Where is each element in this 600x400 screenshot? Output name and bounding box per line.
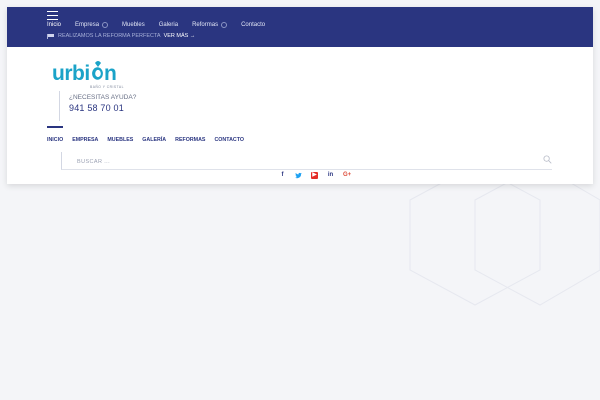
- svg-text:urbi: urbi: [52, 62, 90, 85]
- submenu-indicator-icon: [102, 22, 109, 28]
- top-nav-galeria[interactable]: Galeria: [159, 22, 178, 28]
- top-navigation: Inicio Empresa Muebles Galeria Reformas …: [47, 22, 279, 28]
- top-nav-inicio[interactable]: Inicio: [47, 22, 61, 28]
- svg-text:n: n: [104, 62, 117, 85]
- help-contact: ¿NECESITAS AYUDA? 941 58 70 01: [59, 91, 136, 121]
- top-nav-empresa[interactable]: Empresa: [75, 22, 109, 28]
- menu-icon[interactable]: [47, 11, 58, 21]
- site-logo[interactable]: urbi n BAÑO Y CRISTAL: [52, 61, 142, 91]
- google-plus-icon[interactable]: G+: [343, 172, 351, 179]
- main-navigation: INICIO EMPRESA MUEBLES GALERÍA REFORMAS …: [47, 126, 253, 143]
- promo-banner: REALIZAMOS LA REFORMA PERFECTA VER MÁS →: [47, 33, 195, 39]
- top-bar: Inicio Empresa Muebles Galeria Reformas …: [7, 7, 593, 47]
- submenu-indicator-icon: [221, 22, 228, 28]
- svg-text:BAÑO Y CRISTAL: BAÑO Y CRISTAL: [90, 84, 124, 89]
- search-input[interactable]: [75, 154, 529, 169]
- search-icon[interactable]: [543, 155, 552, 164]
- facebook-icon[interactable]: f: [279, 172, 286, 179]
- promo-text: REALIZAMOS LA REFORMA PERFECTA: [58, 33, 161, 39]
- top-nav-contacto[interactable]: Contacto: [241, 22, 265, 28]
- flag-icon: [47, 33, 54, 39]
- linkedin-icon[interactable]: in: [327, 172, 334, 179]
- nav-reformas[interactable]: REFORMAS: [175, 137, 205, 143]
- youtube-icon[interactable]: ▶: [311, 172, 318, 179]
- help-phone[interactable]: 941 58 70 01: [69, 103, 136, 113]
- nav-muebles[interactable]: MUEBLES: [107, 137, 133, 143]
- nav-contacto[interactable]: CONTACTO: [214, 137, 244, 143]
- search-bar: [61, 152, 552, 170]
- nav-inicio[interactable]: INICIO: [47, 126, 64, 143]
- top-nav-muebles[interactable]: Muebles: [122, 22, 145, 28]
- twitter-icon[interactable]: [295, 172, 302, 179]
- social-links: f ▶ in G+: [279, 172, 351, 179]
- promo-link[interactable]: VER MÁS →: [164, 33, 196, 39]
- top-nav-reformas[interactable]: Reformas: [192, 22, 228, 28]
- nav-galeria[interactable]: GALERÍA: [142, 137, 166, 143]
- nav-empresa[interactable]: EMPRESA: [72, 137, 98, 143]
- help-label: ¿NECESITAS AYUDA?: [69, 94, 137, 101]
- site-header: Inicio Empresa Muebles Galeria Reformas …: [7, 7, 593, 184]
